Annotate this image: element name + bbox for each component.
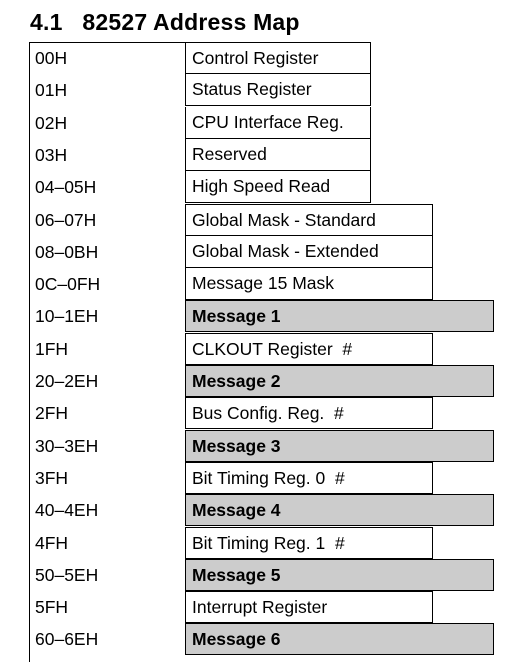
- address-cell: 40–4EH: [35, 500, 99, 521]
- message-block-row: 20–2EH Message 2: [29, 365, 499, 397]
- address-cell: 02H: [35, 112, 68, 133]
- section-title: 82527 Address Map: [82, 9, 300, 35]
- address-cell: 2FH: [35, 403, 69, 424]
- register-name-cell: Message 6: [185, 623, 494, 656]
- section-number: 4.1: [30, 9, 63, 35]
- message-block-row: 60–6EH Message 6: [29, 623, 499, 656]
- address-cell: 1FH: [35, 338, 69, 359]
- register-row: 00H Control Register: [29, 42, 499, 74]
- register-name-cell: Bit Timing Reg. 0 #: [185, 461, 433, 494]
- message-block-row: 50–5EH Message 5: [29, 558, 499, 591]
- address-cell: 00H: [35, 48, 68, 68]
- address-cell: 0C–0FH: [35, 274, 101, 295]
- register-row: 4FH Bit Timing Reg. 1 #: [29, 526, 499, 559]
- address-cell: 60–6EH: [35, 629, 99, 650]
- register-name-cell: Interrupt Register: [185, 591, 433, 624]
- address-cell: 03H: [35, 144, 68, 165]
- register-name-cell: Reserved: [185, 138, 371, 171]
- register-name-cell: CLKOUT Register #: [185, 332, 433, 365]
- register-row: 01H Status Register: [29, 74, 499, 107]
- register-name-cell: Message 2: [185, 365, 494, 397]
- register-row: 0C–0FH Message 15 Mask: [29, 268, 499, 301]
- register-name-cell: Message 15 Mask: [185, 268, 433, 301]
- register-name-cell: Status Register: [185, 74, 371, 107]
- register-row: 03H Reserved: [29, 138, 499, 171]
- address-cell: 50–5EH: [35, 564, 99, 585]
- address-cell: 10–1EH: [35, 306, 99, 327]
- register-name-cell: Global Mask - Standard: [185, 203, 433, 236]
- address-cell: 30–3EH: [35, 435, 99, 456]
- address-cell: 08–0BH: [35, 241, 99, 262]
- address-cell: 5FH: [35, 597, 69, 618]
- address-cell: 20–2EH: [35, 371, 99, 391]
- register-row: 2FH Bus Config. Reg. #: [29, 397, 499, 430]
- register-row: 3FH Bit Timing Reg. 0 #: [29, 461, 499, 494]
- address-cell: 04–05H: [35, 177, 97, 198]
- register-row: 1FH CLKOUT Register #: [29, 332, 499, 365]
- address-cell: 3FH: [35, 467, 69, 488]
- register-name-cell: Bit Timing Reg. 1 #: [185, 526, 433, 559]
- address-cell: 4FH: [35, 532, 69, 553]
- register-row: 08–0BH Global Mask - Extended: [29, 235, 499, 268]
- register-row: 5FH Interrupt Register: [29, 591, 499, 624]
- register-name-cell: Message 4: [185, 494, 494, 527]
- register-name-cell: Control Register: [185, 42, 371, 74]
- register-name-cell: Message 5: [185, 558, 494, 591]
- register-name-cell: CPU Interface Reg.: [185, 106, 371, 139]
- register-row: 04–05H High Speed Read: [29, 171, 499, 204]
- register-name-cell: High Speed Read: [185, 171, 371, 204]
- register-row: 02H CPU Interface Reg.: [29, 106, 499, 139]
- register-name-cell: Message 3: [185, 429, 494, 462]
- address-cell: 01H: [35, 80, 68, 101]
- register-row: 06–07H Global Mask - Standard: [29, 203, 499, 236]
- message-block-row: 10–1EH Message 1: [29, 300, 499, 333]
- message-block-row: 30–3EH Message 3: [29, 429, 499, 462]
- register-name-cell: Global Mask - Extended: [185, 235, 433, 268]
- address-cell: 06–07H: [35, 209, 97, 230]
- register-name-cell: Bus Config. Reg. #: [185, 397, 433, 430]
- message-block-row: 40–4EH Message 4: [29, 494, 499, 527]
- register-name-cell: Message 1: [185, 300, 494, 333]
- section-heading: 4.1 82527 Address Map: [30, 9, 300, 36]
